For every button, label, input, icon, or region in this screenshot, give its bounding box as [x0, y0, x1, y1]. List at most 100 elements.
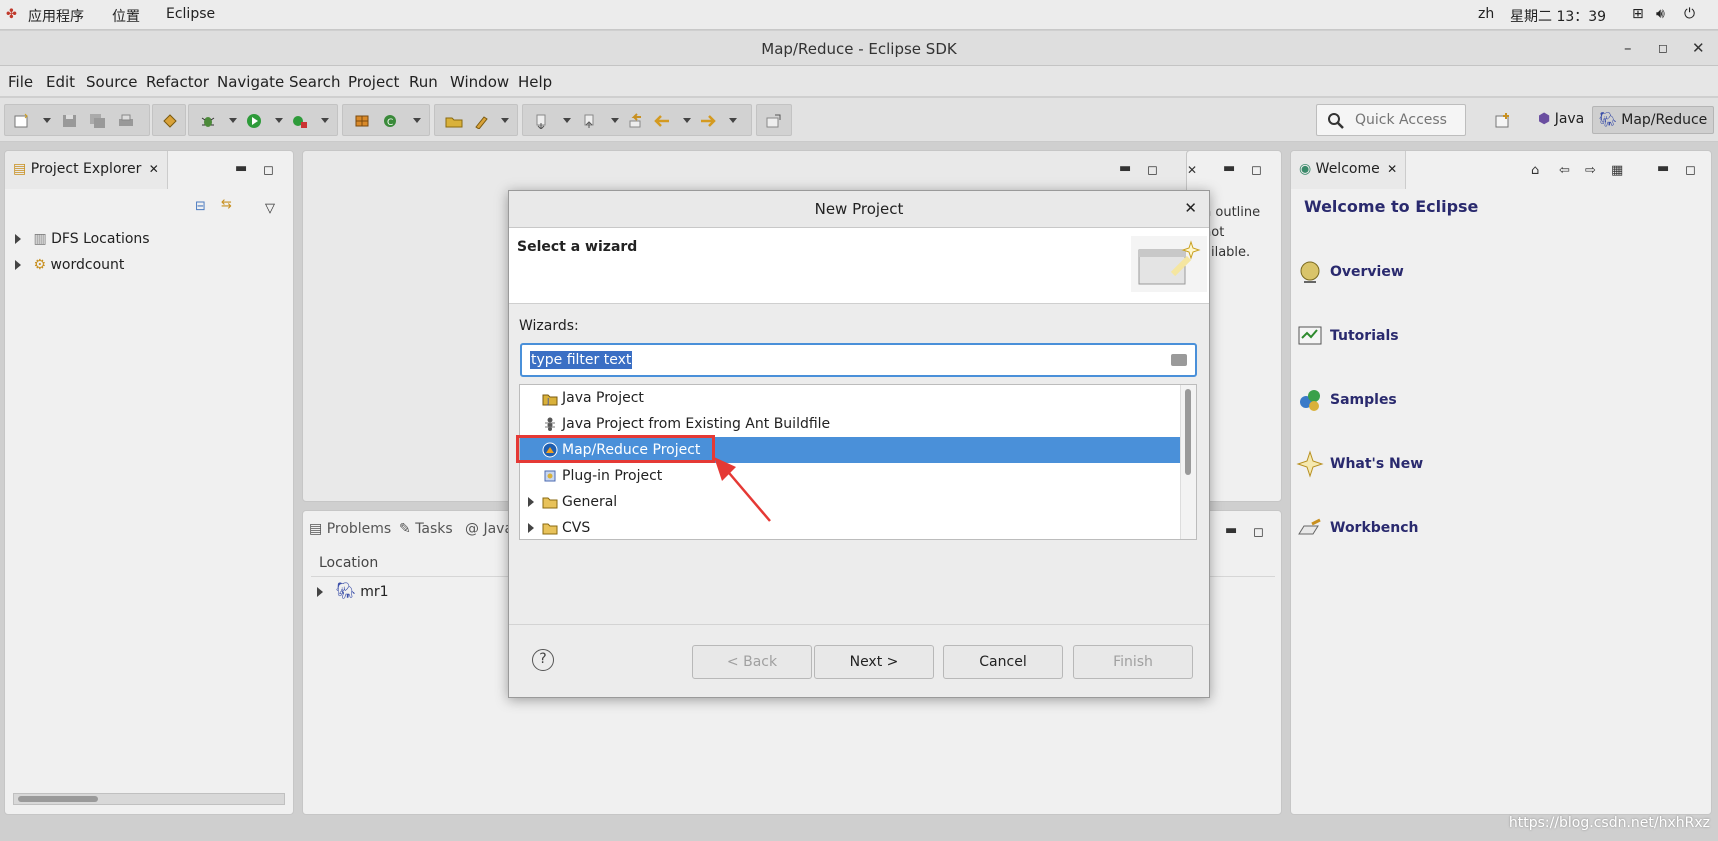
back-button[interactable]: < Back — [692, 645, 812, 679]
previous-annotation-dropdown-icon[interactable] — [611, 118, 619, 123]
scrollbar-thumb[interactable] — [18, 796, 98, 802]
wizard-list-scrollbar[interactable] — [1180, 385, 1196, 539]
run-icon[interactable] — [245, 113, 263, 129]
outline-maximize-icon[interactable]: ◻ — [1251, 163, 1262, 178]
list-item-cvs[interactable]: CVS — [520, 515, 1181, 539]
welcome-workbench[interactable]: Workbench — [1298, 518, 1419, 536]
tab-project-explorer[interactable]: ▤ Project Explorer ✕ — [5, 151, 168, 189]
welcome-maximize-icon[interactable]: ◻ — [1685, 163, 1696, 178]
tab-tasks[interactable]: ✎ Tasks — [399, 521, 453, 537]
next-button[interactable]: Next > — [814, 645, 934, 679]
menu-edit[interactable]: Edit — [46, 73, 75, 91]
welcome-tutorials[interactable]: Tutorials — [1298, 326, 1399, 345]
help-icon[interactable]: ? — [532, 649, 554, 671]
back-dropdown-icon[interactable] — [683, 118, 691, 123]
open-perspective-icon[interactable] — [1494, 112, 1512, 130]
back-icon[interactable] — [653, 113, 671, 129]
tree-item-dfs-locations[interactable]: ▥ DFS Locations — [15, 231, 150, 253]
bottom-maximize-icon[interactable]: ◻ — [1253, 525, 1264, 540]
close-tab-icon[interactable]: ✕ — [149, 162, 159, 176]
clear-filter-icon[interactable] — [1171, 354, 1187, 366]
previous-annotation-icon[interactable] — [581, 113, 599, 129]
forward-icon[interactable] — [699, 113, 717, 129]
list-item-java-project-ant[interactable]: Java Project from Existing Ant Buildfile — [520, 411, 1181, 437]
power-icon[interactable]: ⏻ — [1684, 6, 1695, 22]
outline-close-icon[interactable]: ✕ — [1187, 163, 1197, 177]
debug-dropdown-icon[interactable] — [229, 118, 237, 123]
minimize-view-icon[interactable]: ▬ — [235, 161, 247, 176]
welcome-minimize-icon[interactable]: ▬ — [1657, 161, 1669, 176]
expand-icon[interactable] — [15, 234, 21, 244]
language-indicator[interactable]: zh — [1478, 6, 1494, 22]
expand-icon[interactable] — [317, 587, 323, 597]
perspective-java[interactable]: ⬢ Java — [1532, 106, 1590, 134]
clock[interactable]: 星期二 13：39 — [1510, 6, 1606, 26]
horizontal-scrollbar[interactable] — [13, 793, 285, 805]
quick-access-input[interactable] — [1355, 111, 1463, 129]
maximize-view-icon[interactable]: ◻ — [263, 163, 274, 178]
open-type-icon[interactable] — [445, 113, 463, 129]
tree-item-mr1[interactable]: 🐘︎ mr1 — [317, 581, 389, 603]
external-tools-dropdown-icon[interactable] — [321, 118, 329, 123]
outline-minimize-icon[interactable]: ▬ — [1223, 161, 1235, 176]
save-all-icon[interactable] — [89, 113, 107, 129]
hadoop-icon[interactable] — [161, 113, 179, 129]
list-item-java-project[interactable]: J Java Project — [520, 385, 1181, 411]
network-icon[interactable]: ⊞ — [1632, 6, 1644, 22]
wizard-filter-input[interactable]: type filter text — [520, 343, 1197, 377]
tab-welcome[interactable]: ◉ Welcome ✕ — [1291, 151, 1407, 189]
view-layout-icon[interactable]: ▦ — [1611, 163, 1623, 178]
save-icon[interactable] — [61, 113, 79, 129]
home-icon[interactable]: ⌂ — [1531, 163, 1539, 178]
pin-editor-icon[interactable] — [765, 113, 783, 129]
filter-text[interactable]: type filter text — [530, 351, 633, 369]
bottom-minimize-icon[interactable]: ▬ — [1225, 523, 1237, 538]
menu-window[interactable]: Window — [450, 73, 509, 91]
finish-button[interactable]: Finish — [1073, 645, 1193, 679]
perspective-mapreduce[interactable]: 🐘︎ Map/Reduce — [1592, 106, 1715, 134]
search-tool-icon[interactable] — [473, 113, 491, 129]
nav-forward-icon[interactable]: ⇨ — [1585, 163, 1596, 178]
forward-dropdown-icon[interactable] — [729, 118, 737, 123]
applications-menu[interactable]: 应用程序 — [28, 6, 84, 26]
editor-minimize-icon[interactable]: ▬ — [1119, 161, 1131, 176]
minimize-icon[interactable]: – — [1624, 39, 1632, 57]
expand-icon[interactable] — [528, 523, 534, 533]
activities-icon[interactable]: ✤ — [6, 7, 17, 22]
nav-back-icon[interactable]: ⇦ — [1559, 163, 1570, 178]
new-java-class-icon[interactable]: C — [381, 113, 399, 129]
maximize-icon[interactable]: ◻ — [1658, 41, 1668, 55]
menu-search[interactable]: Search — [289, 73, 341, 91]
menu-file[interactable]: File — [8, 73, 33, 91]
menu-help[interactable]: Help — [518, 73, 552, 91]
last-edit-location-icon[interactable] — [627, 113, 645, 129]
print-icon[interactable] — [117, 113, 135, 129]
places-menu[interactable]: 位置 — [112, 6, 140, 26]
new-icon[interactable] — [13, 113, 31, 129]
scrollbar-thumb[interactable] — [1185, 389, 1191, 475]
app-menu[interactable]: Eclipse — [166, 6, 215, 22]
menu-project[interactable]: Project — [348, 73, 399, 91]
editor-maximize-icon[interactable]: ◻ — [1147, 163, 1158, 178]
next-annotation-icon[interactable] — [533, 113, 551, 129]
expand-icon[interactable] — [528, 497, 534, 507]
tree-item-wordcount[interactable]: ⚙︎ wordcount — [15, 257, 124, 279]
external-tools-icon[interactable] — [291, 113, 309, 129]
next-annotation-dropdown-icon[interactable] — [563, 118, 571, 123]
volume-icon[interactable]: 🔊︎ — [1656, 6, 1665, 22]
cancel-button[interactable]: Cancel — [943, 645, 1063, 679]
new-class-dropdown-icon[interactable] — [413, 118, 421, 123]
quick-access[interactable] — [1316, 104, 1466, 136]
search-dropdown-icon[interactable] — [501, 118, 509, 123]
close-tab-icon[interactable]: ✕ — [1387, 162, 1397, 176]
close-icon[interactable]: ✕ — [1692, 39, 1705, 57]
debug-icon[interactable] — [199, 113, 217, 129]
link-with-editor-icon[interactable]: ⇆ — [221, 197, 232, 212]
expand-icon[interactable] — [15, 260, 21, 270]
tab-javadoc[interactable]: @ Java — [465, 521, 513, 537]
collapse-all-icon[interactable]: ⊟ — [195, 199, 206, 214]
welcome-overview[interactable]: Overview — [1300, 261, 1404, 283]
menu-refactor[interactable]: Refactor — [146, 73, 209, 91]
welcome-samples[interactable]: Samples — [1300, 390, 1397, 411]
menu-run[interactable]: Run — [409, 73, 438, 91]
